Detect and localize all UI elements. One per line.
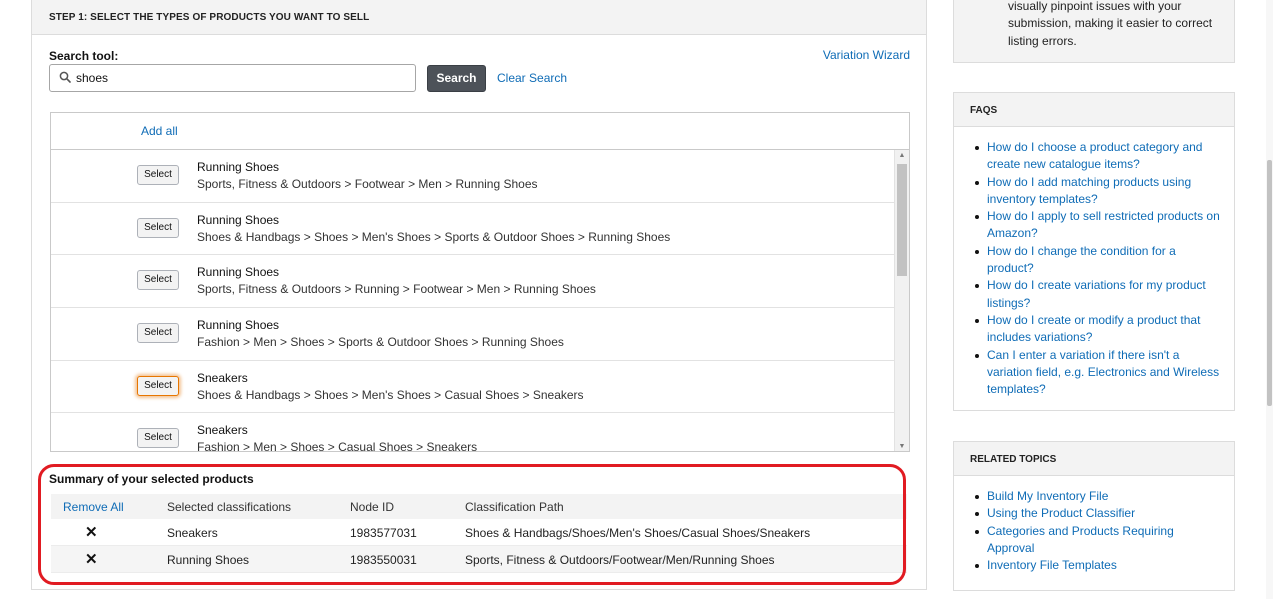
magnifier-icon [59,71,71,83]
result-name: Sneakers [197,423,248,438]
selected-classification: Running Shoes [167,553,250,567]
select-button[interactable]: Select [137,165,179,185]
result-name: Sneakers [197,370,248,385]
result-row: Select Running Shoes Sports, Fitness & Out… [51,255,895,309]
result-path: Shoes & Handbags > Shoes > Men's Shoes >… [197,387,584,402]
select-button[interactable]: Select [137,323,179,344]
faq-link[interactable]: How do I apply to sell restricted produc… [974,208,1222,243]
triangle-down-icon[interactable]: ▼ [895,441,909,451]
faqs-card: FAQS How do I choose a product category … [953,92,1235,411]
result-row: Select Running Shoes Shoes & Handbags > Sh… [51,203,895,256]
faq-link[interactable]: How do I create or modify a product that… [974,312,1222,347]
related-topic-link[interactable]: Categories and Products Requiring Approv… [974,523,1222,558]
result-path: Fashion > Men > Shoes > Casual Shoes > S… [197,440,478,452]
page: STEP 1: SELECT THE TYPES OF PRODUCTS YOU… [0,0,1273,599]
faqs-title: FAQS [954,93,1234,127]
column-header-classification: Selected classifications [167,500,292,514]
related-topic-link[interactable]: Build My Inventory File [974,488,1222,505]
related-topics-list: Build My Inventory File Using the Product… [954,476,1234,574]
summary-title: Summary of your selected products [49,472,254,486]
search-input[interactable] [76,69,406,87]
select-button[interactable]: Select [137,217,179,238]
variation-wizard-link[interactable]: Variation Wizard [823,48,910,62]
node-id: 1983550031 [350,553,417,567]
column-header-node-id: Node ID [350,500,395,514]
faq-link[interactable]: How do I choose a product category and c… [974,139,1222,174]
result-path: Sports, Fitness & Outdoors > Footwear > … [197,177,538,191]
search-box[interactable] [49,64,416,92]
page-scrollbar-thumb[interactable] [1267,160,1272,406]
select-button[interactable]: Select [137,375,179,396]
close-x-icon[interactable]: ✕ [85,523,98,541]
scrollbar-thumb[interactable] [897,164,907,276]
search-results-box: Add all Select Running Shoes Sports, Fitne… [50,112,910,452]
result-row: Select Running Shoes Sports, Fitness & Out… [51,150,895,203]
faq-link[interactable]: How do I change the condition for a prod… [974,243,1222,278]
search-button[interactable]: Search [427,65,486,92]
summary-row: ✕ Sneakers 1983577031 Shoes & Handbags/Shoe… [51,519,907,546]
classification-path: Sports, Fitness & Outdoors/Footwear/Men/… [465,553,775,567]
select-button[interactable]: Select [137,270,179,291]
result-name: Running Shoes [197,212,280,227]
result-path: Sports, Fitness & Outdoors > Running > F… [197,282,596,297]
faq-link[interactable]: How do I add matching products using inv… [974,174,1222,209]
add-all-link[interactable]: Add all [141,124,178,138]
node-id: 1983577031 [350,526,417,540]
summary-rows: ✕ Sneakers 1983577031 Shoes & Handbags/Shoe… [51,519,907,573]
faq-link[interactable]: How do I create variations for my produc… [974,277,1222,312]
clear-search-link[interactable]: Clear Search [497,71,567,85]
summary-header-row: Remove All Selected classifications Node… [51,494,907,519]
results-header: Add all [51,113,909,150]
results-list[interactable]: Select Running Shoes Sports, Fitness & Out… [51,150,895,452]
related-topic-link[interactable]: Inventory File Templates [974,557,1222,574]
related-topics-card: RELATED TOPICS Build My Inventory File Us… [953,441,1235,591]
page-scrollbar[interactable] [1266,0,1273,599]
close-x-icon[interactable]: ✕ [85,550,98,568]
faq-link[interactable]: Can I enter a variation if there isn't a… [974,347,1222,399]
search-tool-label: Search tool: [49,49,119,63]
related-topics-title: RELATED TOPICS [954,442,1234,476]
tip-text: visually pinpoint issues with your submi… [1008,0,1213,48]
tip-card: visually pinpoint issues with your submi… [953,0,1235,63]
related-topic-link[interactable]: Using the Product Classifier [974,505,1222,522]
result-path: Shoes & Handbags > Shoes > Men's Shoes >… [197,229,671,244]
triangle-up-icon[interactable]: ▲ [895,150,909,162]
remove-all-link[interactable]: Remove All [63,500,124,514]
result-row: Select Sneakers Shoes & Handbags > Shoes >… [51,361,895,414]
step-header: STEP 1: SELECT THE TYPES OF PRODUCTS YOU… [32,0,926,35]
result-row: Select Sneakers Fashion > Men > Shoes > Ca… [51,413,895,452]
results-scrollbar[interactable]: ▲ ▼ [894,150,909,451]
faqs-list: How do I choose a product category and c… [954,127,1234,398]
select-button[interactable]: Select [137,428,179,449]
result-name: Running Shoes [197,160,280,174]
result-path: Fashion > Men > Shoes > Sports & Outdoor… [197,335,564,350]
column-header-path: Classification Path [465,500,564,514]
product-type-panel: STEP 1: SELECT THE TYPES OF PRODUCTS YOU… [31,0,927,590]
result-name: Running Shoes [197,265,280,280]
classification-path: Shoes & Handbags/Shoes/Men's Shoes/Casua… [465,526,811,540]
selected-classification: Sneakers [167,526,218,540]
result-name: Running Shoes [197,318,280,333]
summary-row: ✕ Running Shoes 1983550031 Sports, Fitness … [51,546,907,573]
summary-table: Remove All Selected classifications Node… [51,494,907,573]
result-row: Select Running Shoes Fashion > Men > Shoes… [51,308,895,361]
